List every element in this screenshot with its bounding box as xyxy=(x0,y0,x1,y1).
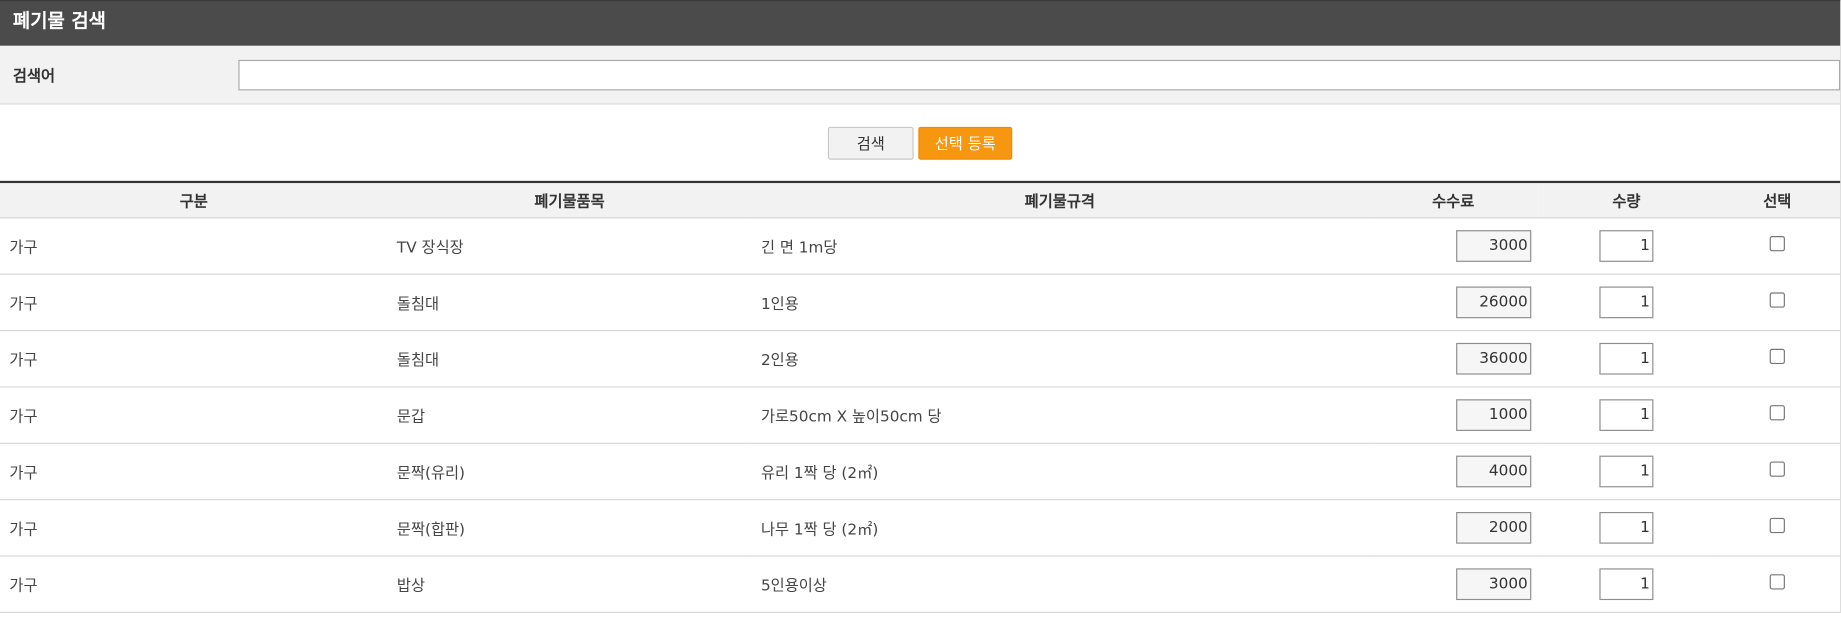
cell-category: 가구 xyxy=(0,443,388,501)
fee-input xyxy=(1456,230,1532,262)
cell-item: 문갑 xyxy=(387,386,752,444)
quantity-input[interactable] xyxy=(1599,286,1654,319)
select-checkbox[interactable] xyxy=(1769,461,1785,477)
select-checkbox[interactable] xyxy=(1769,292,1785,308)
cell-spec: 나무 1짝 당 (2㎡) xyxy=(751,499,1369,557)
cell-item: 문짝(유리) xyxy=(387,443,752,501)
table-row: 가구 문짝(합판) 나무 1짝 당 (2㎡) xyxy=(0,499,1841,557)
quantity-input[interactable] xyxy=(1599,511,1654,544)
search-input[interactable] xyxy=(238,59,1841,90)
cell-item: 돌침대 xyxy=(387,274,752,332)
waste-search-panel: 폐기물 검색 검색어 검색 선택 등록 구분 폐기물품목 폐기물규격 수수료 수… xyxy=(0,0,1841,613)
cell-category: 가구 xyxy=(0,499,388,557)
panel-title: 폐기물 검색 xyxy=(0,0,1841,46)
register-selected-button[interactable]: 선택 등록 xyxy=(918,126,1013,160)
cell-item: TV 장식장 xyxy=(387,217,752,275)
cell-qty xyxy=(1538,386,1715,444)
table-row: 가구 문짝(유리) 유리 1짝 당 (2㎡) xyxy=(0,443,1841,501)
table-row: 가구 밥상 5인용이상 xyxy=(0,556,1841,613)
cell-fee xyxy=(1368,499,1539,557)
fee-input xyxy=(1456,342,1532,375)
cell-spec: 유리 1짝 당 (2㎡) xyxy=(751,443,1369,501)
cell-item: 문짝(합판) xyxy=(387,499,752,557)
fee-input xyxy=(1456,511,1532,544)
cell-fee xyxy=(1368,386,1539,444)
cell-select xyxy=(1714,443,1841,501)
select-checkbox[interactable] xyxy=(1769,236,1785,252)
select-checkbox[interactable] xyxy=(1769,348,1785,365)
cell-fee xyxy=(1368,330,1539,388)
cell-spec: 가로50cm X 높이50cm 당 xyxy=(751,386,1369,444)
waste-table: 구분 폐기물품목 폐기물규격 수수료 수량 선택 가구 TV 장식장 긴 면 1m당… xyxy=(0,183,1841,613)
fee-input xyxy=(1456,568,1532,601)
header-spec: 폐기물규격 xyxy=(751,183,1369,219)
cell-qty xyxy=(1538,499,1715,557)
cell-qty xyxy=(1538,330,1715,388)
cell-fee xyxy=(1368,274,1539,332)
cell-fee xyxy=(1368,217,1539,275)
search-row: 검색어 xyxy=(0,45,1841,105)
table-row: 가구 돌침대 1인용 xyxy=(0,274,1841,332)
cell-select xyxy=(1714,556,1841,613)
select-checkbox[interactable] xyxy=(1769,517,1785,534)
cell-spec: 1인용 xyxy=(751,274,1369,332)
cell-select xyxy=(1714,386,1841,444)
cell-select xyxy=(1714,499,1841,557)
quantity-input[interactable] xyxy=(1599,399,1654,431)
cell-qty xyxy=(1538,217,1715,275)
select-checkbox[interactable] xyxy=(1769,574,1785,590)
cell-item: 돌침대 xyxy=(387,330,752,388)
cell-category: 가구 xyxy=(0,217,388,275)
header-fee: 수수료 xyxy=(1368,183,1539,219)
header-item: 폐기물품목 xyxy=(387,183,752,219)
quantity-input[interactable] xyxy=(1599,230,1654,262)
table-row: 가구 TV 장식장 긴 면 1m당 xyxy=(0,217,1841,275)
cell-select xyxy=(1714,217,1841,275)
header-select: 선택 xyxy=(1714,183,1841,219)
table-row: 가구 문갑 가로50cm X 높이50cm 당 xyxy=(0,386,1841,444)
fee-input xyxy=(1456,399,1532,431)
cell-category: 가구 xyxy=(0,386,388,444)
page: 폐기물 검색 검색어 검색 선택 등록 구분 폐기물품목 폐기물규격 수수료 수… xyxy=(0,0,1841,631)
cell-fee xyxy=(1368,556,1539,613)
fee-input xyxy=(1456,286,1532,319)
cell-category: 가구 xyxy=(0,274,388,332)
quantity-input[interactable] xyxy=(1599,455,1654,488)
action-buttons: 검색 선택 등록 xyxy=(0,105,1841,184)
fee-input xyxy=(1456,455,1532,488)
select-checkbox[interactable] xyxy=(1769,405,1785,421)
cell-qty xyxy=(1538,556,1715,613)
cell-select xyxy=(1714,330,1841,388)
table-row: 가구 돌침대 2인용 xyxy=(0,330,1841,388)
cell-fee xyxy=(1368,443,1539,501)
cell-qty xyxy=(1538,443,1715,501)
cell-item: 밥상 xyxy=(387,556,752,613)
panel-inner: 폐기물 검색 검색어 검색 선택 등록 구분 폐기물품목 폐기물규격 수수료 수… xyxy=(0,0,1841,613)
cell-spec: 2인용 xyxy=(751,330,1369,388)
cell-spec: 긴 면 1m당 xyxy=(751,217,1369,275)
quantity-input[interactable] xyxy=(1599,342,1654,375)
cell-spec: 5인용이상 xyxy=(751,556,1369,613)
cell-category: 가구 xyxy=(0,330,388,388)
header-qty: 수량 xyxy=(1538,183,1715,219)
cell-category: 가구 xyxy=(0,556,388,613)
search-label: 검색어 xyxy=(12,68,56,86)
header-category: 구분 xyxy=(0,183,388,219)
cell-select xyxy=(1714,274,1841,332)
table-header-row: 구분 폐기물품목 폐기물규격 수수료 수량 선택 xyxy=(0,183,1841,219)
quantity-input[interactable] xyxy=(1599,568,1654,601)
search-button[interactable]: 검색 xyxy=(827,126,914,160)
cell-qty xyxy=(1538,274,1715,332)
